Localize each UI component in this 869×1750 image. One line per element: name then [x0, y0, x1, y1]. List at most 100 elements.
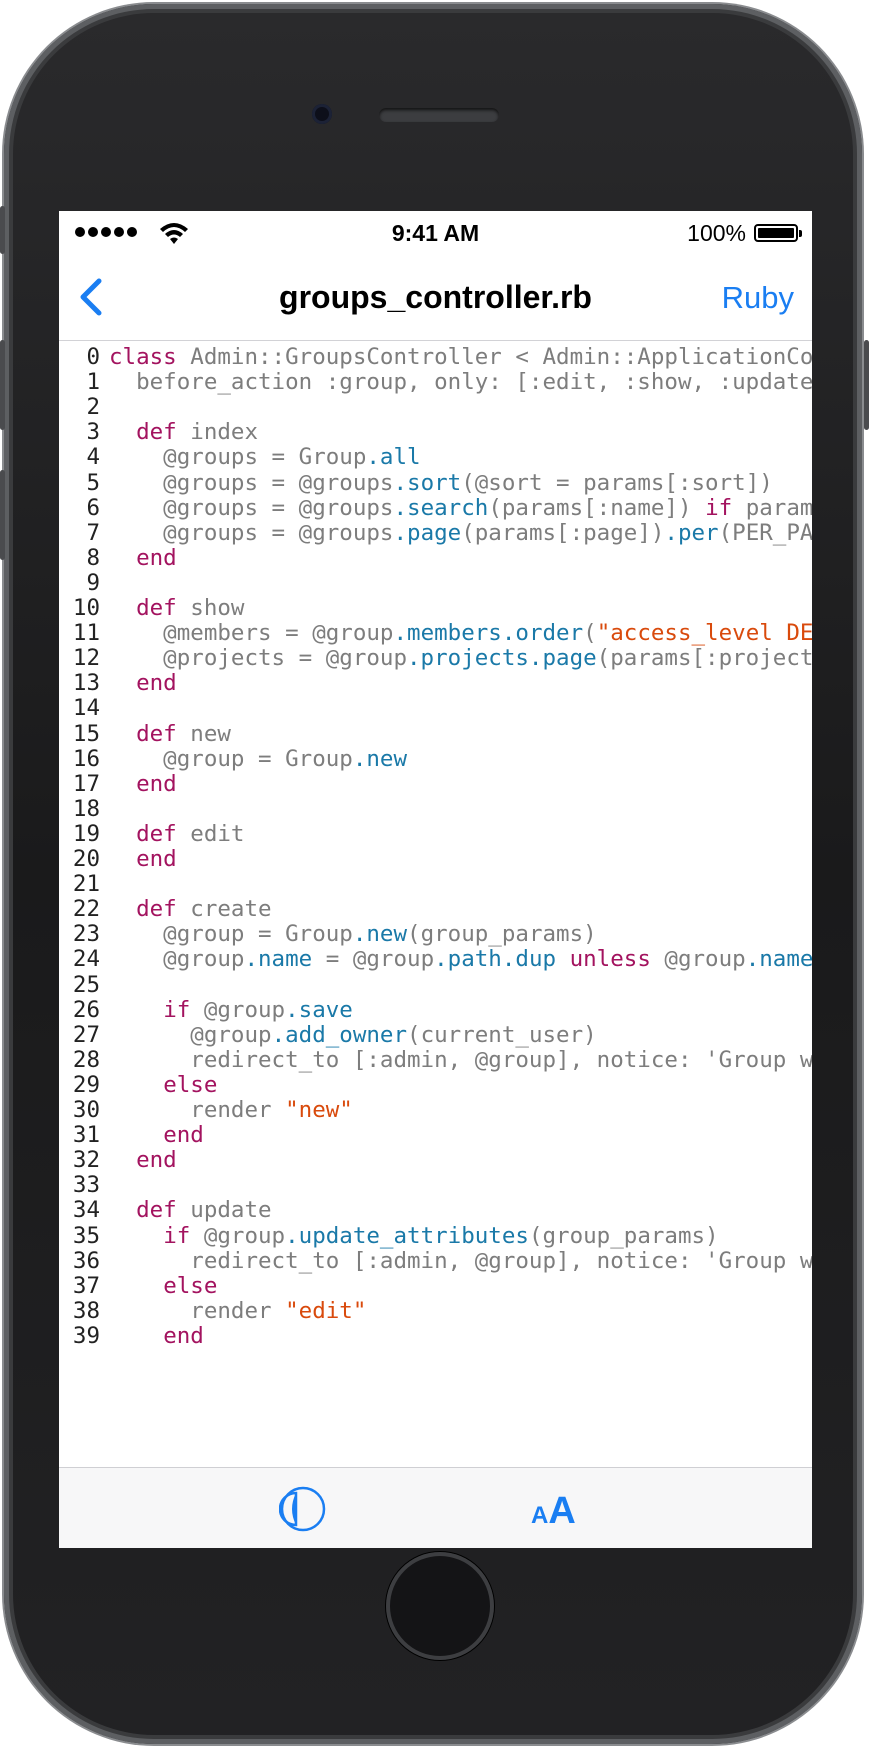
line-number: 1 [86, 369, 100, 396]
code-token: (current_user) [407, 1021, 597, 1048]
code-text: def update [109, 1196, 271, 1224]
line-number: 20 [72, 846, 100, 872]
code-token: @groups = @groups [109, 519, 394, 546]
home-button[interactable] [386, 1552, 494, 1660]
line-number: 34 [72, 1197, 100, 1224]
code-token: new [176, 720, 231, 747]
line-number: 17 [72, 770, 100, 797]
code-token: Admin::GroupsController < Admin::Applica… [190, 344, 812, 370]
contrast-icon[interactable] [279, 1485, 327, 1533]
line-number: 2 [86, 394, 100, 421]
code-text: end [109, 1322, 204, 1350]
code-token: (group_params) [407, 921, 597, 948]
code-line: 3 def index [59, 418, 812, 446]
code-token: def [136, 1197, 177, 1224]
code-token: @group [190, 1222, 286, 1249]
code-token: (params[:name]) [488, 494, 706, 521]
code-token: before_action :group, only: [:edit, :sho… [136, 369, 812, 396]
code-text: end [109, 770, 177, 798]
code-text: end [109, 1146, 177, 1174]
code-text: @group.name = @group.path.dup unless @gr… [109, 945, 812, 973]
code-line: 30 render "new" [59, 1096, 812, 1124]
line-number: 23 [72, 921, 100, 948]
code-token: def [136, 896, 177, 923]
code-line: 12 @projects = @group.projects.page(para… [59, 644, 812, 672]
code-line: 6 @groups = @groups.search(params[:name]… [59, 494, 812, 522]
code-token: "new" [285, 1097, 353, 1123]
battery-percent: 100% [687, 220, 746, 246]
code-text: end [109, 845, 177, 873]
code-line: 11 @members = @group.members.order("acce… [59, 619, 812, 647]
code-token: else [163, 1272, 218, 1299]
code-token: "access_level DESC" [596, 620, 812, 647]
status-bar: 9:41 AM 100% [59, 211, 812, 253]
font-size-big-label: A [548, 1490, 576, 1532]
code-token: @group [650, 946, 746, 973]
code-line: 31 end [59, 1121, 812, 1149]
line-number: 14 [72, 695, 100, 722]
language-button[interactable]: Ruby [722, 280, 794, 316]
code-token: .name [745, 946, 812, 973]
code-line: 28 redirect_to [:admin, @group], notice:… [59, 1046, 812, 1074]
code-line: 5 @groups = @groups.sort(@sort = params[… [59, 469, 812, 497]
line-number: 24 [72, 946, 100, 973]
code-token: def [136, 419, 177, 446]
code-line: 23 @group = Group.new(group_params) [59, 920, 812, 948]
code-text: render "edit" [109, 1297, 366, 1325]
line-number: 39 [72, 1322, 100, 1349]
code-line: 26 if @group.save [59, 996, 812, 1024]
code-text: end [109, 544, 177, 572]
code-token: redirect_to [:admin, @group], notice: 'G… [190, 1247, 812, 1274]
line-number: 13 [72, 670, 100, 697]
line-number: 18 [72, 795, 100, 822]
code-token: .new [352, 921, 408, 948]
code-token: if [163, 1222, 191, 1249]
screen: 9:41 AM 100% groups_controller.rb Ruby 0… [59, 211, 812, 1548]
code-line: 15 def new [59, 720, 812, 748]
code-line: 34 def update [59, 1196, 812, 1224]
code-line: 16 @group = Group.new [59, 745, 812, 773]
front-camera [312, 104, 332, 124]
code-line: 13 end [59, 669, 812, 697]
code-token: @group [109, 946, 245, 973]
code-token: def [136, 595, 177, 621]
code-line: 38 render "edit" [59, 1297, 812, 1325]
mute-switch [0, 206, 5, 254]
code-token: .page [393, 519, 462, 546]
code-token: @groups = @groups [109, 469, 394, 496]
code-token: .new [352, 745, 408, 772]
line-number: 4 [86, 444, 100, 471]
code-token: .all [366, 444, 421, 471]
line-number: 19 [72, 820, 100, 847]
code-token: .name [244, 946, 313, 973]
code-token: @group = Group [109, 921, 353, 948]
code-token: if [705, 494, 733, 521]
code-line: 7 @groups = @groups.page(params[:page]).… [59, 519, 812, 547]
code-token: .projects.page [407, 645, 597, 672]
code-token: if [163, 996, 191, 1023]
font-size-button[interactable]: AA [531, 1490, 576, 1533]
line-number: 31 [72, 1122, 100, 1149]
code-token: .add_owner [271, 1021, 408, 1048]
code-token: .sort [393, 469, 462, 496]
line-number: 6 [86, 494, 100, 521]
battery-cap [799, 230, 802, 237]
code-text: @members = @group.members.order("access_… [109, 619, 812, 647]
code-token: .search [393, 494, 489, 521]
code-line: 1 before_action :group, only: [:edit, :s… [59, 368, 812, 396]
code-text: def index [109, 418, 258, 446]
code-token: @group [190, 996, 286, 1023]
code-token: def [136, 720, 177, 747]
code-line: 21 [59, 870, 812, 898]
code-line: 24 @group.name = @group.path.dup unless … [59, 945, 812, 973]
code-view[interactable]: 0 class Admin::GroupsController < Admin::… [59, 342, 812, 1467]
